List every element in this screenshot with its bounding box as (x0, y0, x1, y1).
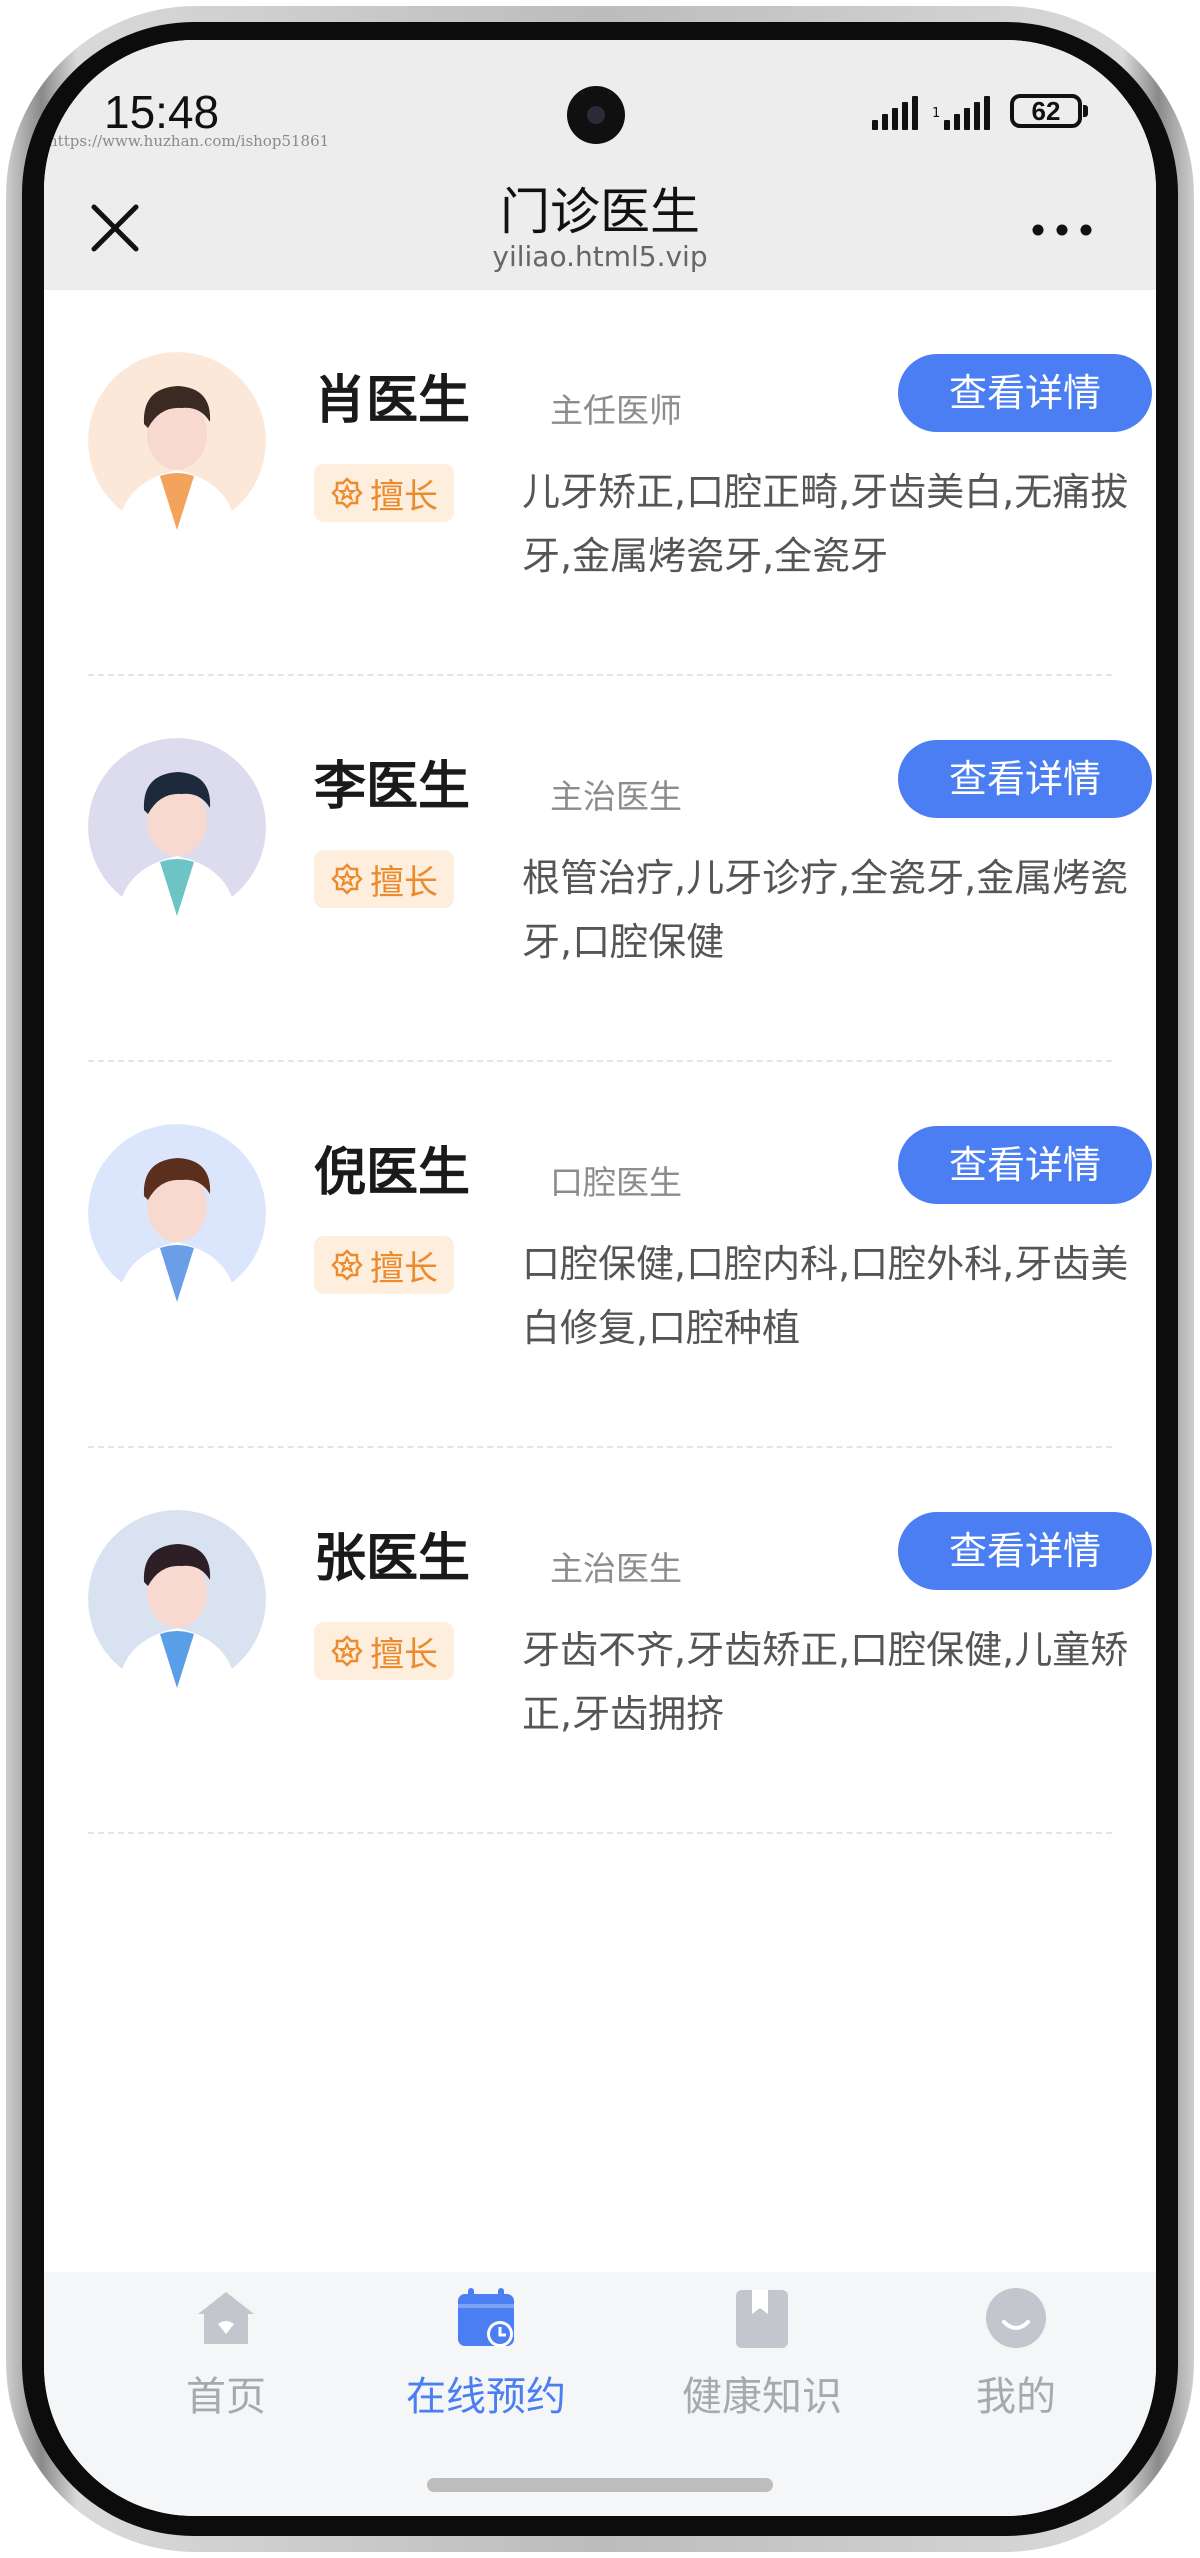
top-bar: 15:48 https://www.huzhan.com/ishop51861 … (44, 40, 1156, 290)
doctor-card: 肖医生 主任医师 查看详情 擅长 儿牙矫正,口腔正畸,牙齿美白,无痛拔牙,金属烤… (88, 290, 1152, 676)
page-subtitle: yiliao.html5.vip (492, 240, 708, 273)
tab-label: 我的 (976, 2374, 1056, 2420)
signal-icon (944, 96, 990, 130)
profile-icon (986, 2288, 1046, 2348)
tab-health-knowledge[interactable]: 健康知识 (642, 2284, 882, 2444)
doctor-card: 李医生 主治医生 查看详情 擅长 根管治疗,儿牙诊疗,全瓷牙,金属烤瓷牙,口腔保… (88, 676, 1152, 1062)
specialty-badge: 擅长 (314, 850, 454, 908)
specialty-badge: 擅长 (314, 464, 454, 522)
screen: 15:48 https://www.huzhan.com/ishop51861 … (44, 40, 1156, 2516)
medal-icon (331, 477, 363, 509)
tab-home[interactable]: 首页 (106, 2284, 346, 2444)
tab-profile[interactable]: 我的 (896, 2284, 1136, 2444)
tab-appointment[interactable]: 在线预约 (366, 2284, 606, 2444)
battery-icon: 62 (1010, 94, 1088, 128)
doctor-avatar (88, 1510, 266, 1688)
view-details-button[interactable]: 查看详情 (898, 740, 1152, 818)
doctor-name: 张医生 (314, 1529, 471, 1589)
view-details-button[interactable]: 查看详情 (898, 1126, 1152, 1204)
doctor-specialties: 根管治疗,儿牙诊疗,全瓷牙,金属烤瓷牙,口腔保健 (522, 856, 1129, 964)
specialty-badge: 擅长 (314, 1236, 454, 1294)
calendar-icon (458, 2288, 514, 2347)
bookmark-icon (736, 2290, 788, 2348)
view-details-button[interactable]: 查看详情 (898, 354, 1152, 432)
doctor-avatar (88, 1124, 266, 1302)
status-time: 15:48 (104, 86, 220, 138)
more-icon[interactable] (1030, 218, 1094, 242)
doctor-title: 主任医师 (550, 391, 682, 430)
doctor-title: 口腔医生 (550, 1163, 682, 1202)
home-indicator[interactable] (427, 2478, 773, 2492)
specialty-label: 擅长 (370, 476, 438, 517)
tab-label: 首页 (186, 2374, 266, 2420)
battery-level: 62 (1031, 96, 1061, 126)
medal-icon (331, 1249, 363, 1281)
doctor-specialties: 牙齿不齐,牙齿矫正,口腔保健,儿童矫正,牙齿拥挤 (522, 1628, 1129, 1736)
specialty-label: 擅长 (370, 1634, 438, 1675)
signal-icon (872, 96, 918, 130)
doctor-name: 肖医生 (314, 371, 471, 431)
front-camera (567, 86, 625, 144)
watermark-url: https://www.huzhan.com/ishop51861 (48, 132, 330, 150)
doctor-card: 张医生 主治医生 查看详情 擅长 牙齿不齐,牙齿矫正,口腔保健,儿童矫正,牙齿拥… (88, 1448, 1152, 1834)
page-title: 门诊医生 (500, 183, 700, 241)
medal-icon (331, 1635, 363, 1667)
view-details-button[interactable]: 查看详情 (898, 1512, 1152, 1590)
doctor-avatar (88, 352, 266, 530)
doctor-title: 主治医生 (550, 1549, 682, 1588)
signal-hd-icon: 1 (932, 106, 941, 121)
home-icon (198, 2292, 254, 2344)
tab-label: 健康知识 (682, 2374, 842, 2420)
doctor-card: 倪医生 口腔医生 查看详情 擅长 口腔保健,口腔内科,口腔外科,牙齿美白修复,口… (88, 1062, 1152, 1448)
doctor-specialties: 口腔保健,口腔内科,口腔外科,牙齿美白修复,口腔种植 (522, 1242, 1129, 1350)
doctor-name: 李医生 (314, 757, 471, 817)
medal-icon (331, 863, 363, 895)
doctor-name: 倪医生 (314, 1143, 471, 1203)
tab-label: 在线预约 (406, 2374, 566, 2420)
doctor-specialties: 儿牙矫正,口腔正畸,牙齿美白,无痛拔牙,金属烤瓷牙,全瓷牙 (522, 470, 1129, 578)
phone-mockup: 15:48 https://www.huzhan.com/ishop51861 … (0, 0, 1200, 2558)
specialty-label: 擅长 (370, 862, 438, 903)
doctor-avatar (88, 738, 266, 916)
specialty-badge: 擅长 (314, 1622, 454, 1680)
doctor-title: 主治医生 (550, 777, 682, 816)
specialty-label: 擅长 (370, 1248, 438, 1289)
